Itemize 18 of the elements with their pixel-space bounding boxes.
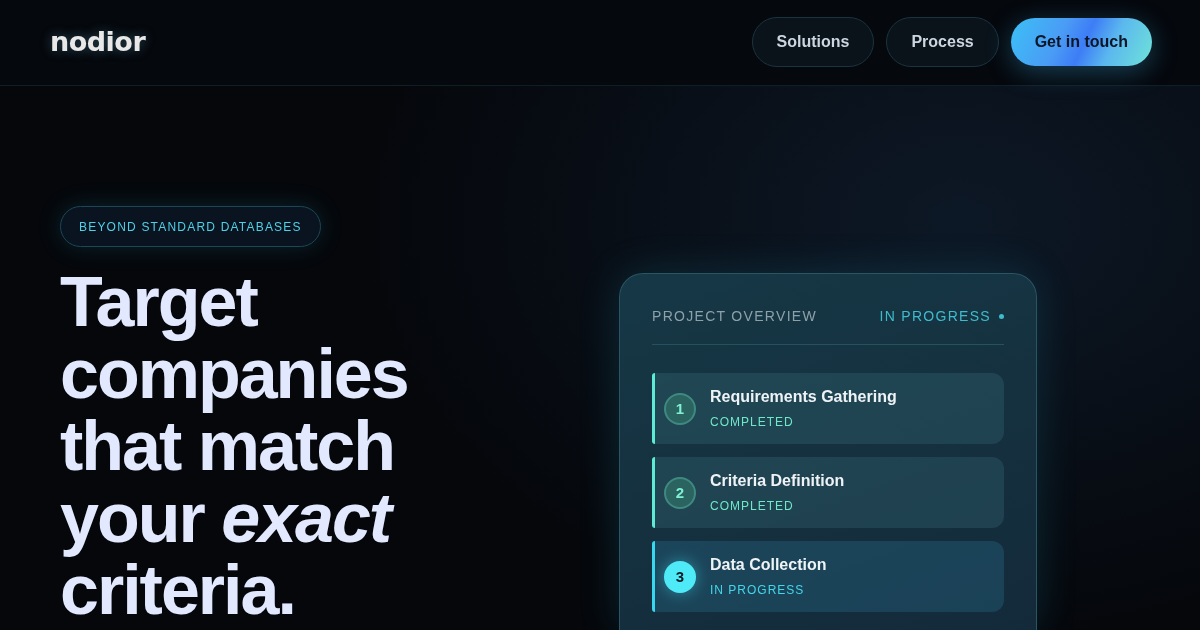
step-title: Data Collection [710,556,827,574]
step-status: COMPLETED [710,415,795,429]
step-status: COMPLETED [710,499,795,513]
step-title: Requirements Gathering [710,388,897,406]
step-number-badge: 2 [664,476,696,509]
step-number-badge: 3 [664,560,696,593]
nav-link-button[interactable]: Process [886,16,999,67]
step-number-badge: 1 [664,392,696,425]
tagline-badge: BEYOND STANDARD DATABASES [60,206,321,247]
status-dot-icon [999,313,1004,319]
logo-wordmark[interactable]: nodior [50,26,146,57]
project-status: IN PROGRESS [879,308,991,324]
nav-link-button[interactable]: Solutions [751,16,875,67]
get-in-touch-button[interactable]: Get in touch [1010,17,1152,66]
card-title: PROJECT OVERVIEW [652,308,817,324]
step-status: IN PROGRESS [710,583,806,597]
hero-heading: Target companies that match your exact criteria. [60,266,409,626]
step-title: Criteria Definition [710,472,845,490]
